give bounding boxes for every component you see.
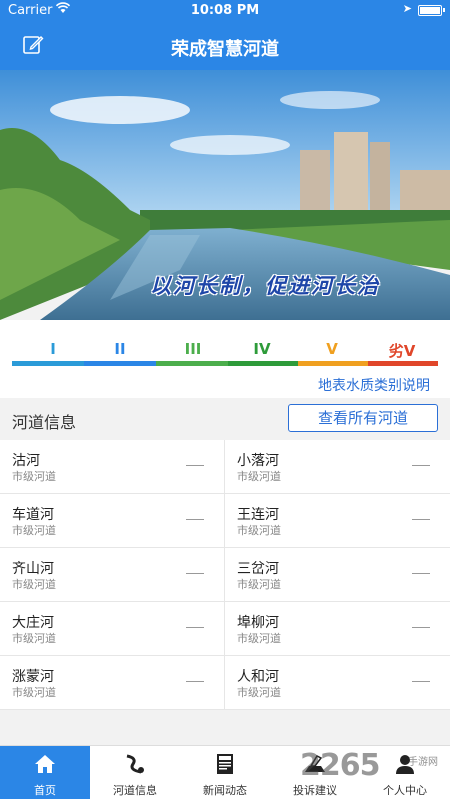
river-status-dash	[412, 465, 430, 466]
status-bar: Carrier 10:08 PM ➤	[0, 0, 450, 22]
river-name: 涨蒙河	[12, 669, 54, 685]
home-icon	[33, 752, 57, 776]
river-item[interactable]: 涨蒙河 市级河道	[0, 656, 225, 710]
river-level: 市级河道	[12, 470, 56, 483]
river-level: 市级河道	[237, 470, 281, 483]
river-status-dash	[412, 519, 430, 520]
tab-label: 首页	[34, 784, 56, 797]
river-level: 市级河道	[237, 524, 281, 537]
tab-label: 河道信息	[113, 784, 157, 797]
grade-label-6: 劣V	[388, 342, 416, 360]
river-status-dash	[186, 681, 204, 682]
river-status-dash	[186, 573, 204, 574]
river-item[interactable]: 人和河 市级河道	[225, 656, 450, 710]
river-status-dash	[412, 681, 430, 682]
battery-icon	[418, 5, 445, 16]
river-item[interactable]: 沽河 市级河道	[0, 440, 225, 494]
water-quality-explanation-link[interactable]: 地表水质类别说明	[318, 375, 430, 395]
tab-bar: 首页 河道信息 新闻动态 投诉建议 个人中心	[0, 745, 450, 799]
tab-home[interactable]: 首页	[0, 746, 90, 799]
river-name: 齐山河	[12, 561, 54, 577]
grade-label-3: III	[184, 340, 202, 358]
river-item[interactable]: 小落河 市级河道	[225, 440, 450, 494]
river-status-dash	[186, 519, 204, 520]
river-name: 大庄河	[12, 615, 54, 631]
page-title: 荣成智慧河道	[171, 39, 279, 60]
banner-image[interactable]: 以河长制，促进河长治	[0, 70, 450, 320]
river-item[interactable]: 三岔河 市级河道	[225, 548, 450, 602]
river-name: 人和河	[237, 669, 279, 685]
river-item[interactable]: 王连河 市级河道	[225, 494, 450, 548]
watermark-logo: 2265	[300, 748, 380, 783]
river-item[interactable]: 齐山河 市级河道	[0, 548, 225, 602]
river-name: 沽河	[12, 453, 40, 469]
grade-bar-3	[156, 361, 228, 366]
river-level: 市级河道	[12, 578, 56, 591]
river-level: 市级河道	[237, 686, 281, 699]
grade-label-5: V	[326, 340, 338, 358]
rivers-section-title: 河道信息	[12, 413, 77, 432]
river-list: 沽河 市级河道 小落河 市级河道 车道河 市级河道 王连河 市级河道 齐山河 市…	[0, 440, 450, 710]
river-name: 三岔河	[237, 561, 279, 577]
grade-bar-1	[12, 361, 84, 366]
river-item[interactable]: 车道河 市级河道	[0, 494, 225, 548]
river-info-icon	[123, 752, 147, 776]
grade-bar-2	[84, 361, 156, 366]
news-icon	[213, 752, 237, 776]
banner-slogan: 以河长制，促进河长治	[150, 273, 380, 298]
nav-bar: 荣成智慧河道	[0, 22, 450, 70]
list-bottom-padding	[0, 710, 450, 745]
grade-label-1: I	[50, 340, 56, 358]
rivers-section-header: 河道信息 查看所有河道	[0, 398, 450, 440]
river-status-dash	[412, 627, 430, 628]
tab-news[interactable]: 新闻动态	[180, 746, 270, 799]
river-name: 埠柳河	[237, 615, 279, 631]
water-quality-legend: I II III IV V 劣V 地表水质类别说明	[0, 320, 450, 398]
grade-bar-6	[368, 361, 438, 366]
river-level: 市级河道	[237, 632, 281, 645]
river-level: 市级河道	[12, 632, 56, 645]
grade-bar-4	[228, 361, 298, 366]
grade-label-2: II	[114, 340, 126, 358]
grade-bar-5	[298, 361, 368, 366]
view-all-rivers-button[interactable]: 查看所有河道	[288, 404, 438, 432]
river-item[interactable]: 埠柳河 市级河道	[225, 602, 450, 656]
tab-label: 投诉建议	[293, 784, 337, 797]
river-level: 市级河道	[237, 578, 281, 591]
clock: 10:08 PM	[190, 3, 260, 18]
tab-label: 新闻动态	[203, 784, 247, 797]
location-icon: ➤	[402, 2, 412, 15]
river-status-dash	[412, 573, 430, 574]
river-item[interactable]: 大庄河 市级河道	[0, 602, 225, 656]
watermark-subtext: 手游网	[408, 757, 438, 768]
river-name: 车道河	[12, 507, 54, 523]
river-level: 市级河道	[12, 524, 56, 537]
river-name: 小落河	[237, 453, 279, 469]
river-name: 王连河	[237, 507, 279, 523]
tab-river-info[interactable]: 河道信息	[90, 746, 180, 799]
river-status-dash	[186, 465, 204, 466]
tab-label: 个人中心	[383, 784, 427, 797]
grade-label-4: IV	[253, 340, 271, 358]
river-level: 市级河道	[12, 686, 56, 699]
river-status-dash	[186, 627, 204, 628]
